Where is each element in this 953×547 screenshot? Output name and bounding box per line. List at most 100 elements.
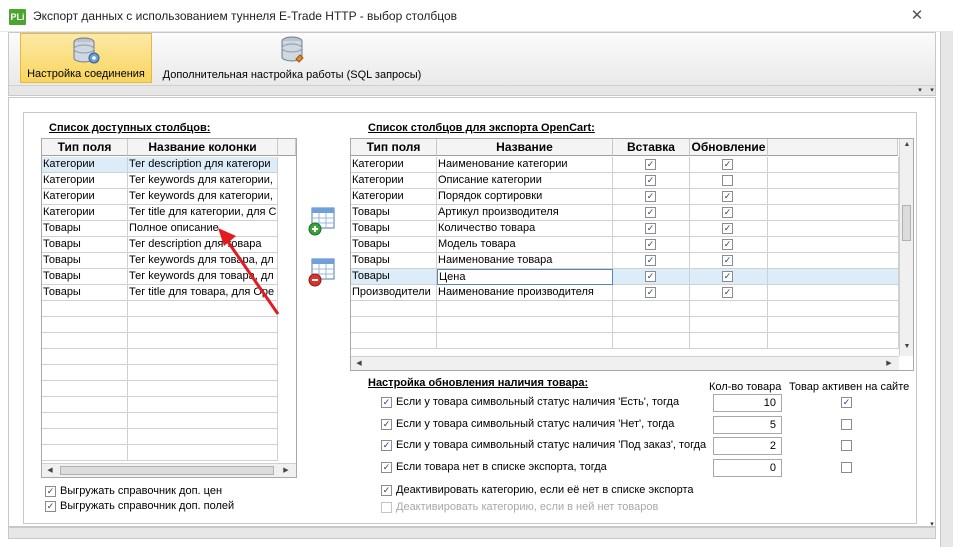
tab-sql-settings[interactable]: Дополнительная настройка работы (SQL зап… xyxy=(155,33,429,83)
table-row[interactable]: Категории Тег keywords для категории, xyxy=(42,173,296,189)
insert-checkbox[interactable]: ✓ xyxy=(645,287,656,298)
cell-name: Наименование производителя xyxy=(437,285,613,301)
table-row[interactable]: Товары Цена ✓ ✓ xyxy=(351,269,899,285)
export-vscrollbar[interactable]: ▲ ▼ xyxy=(899,139,913,356)
table-row xyxy=(351,333,899,349)
table-row[interactable]: Категории Тег keywords для категории, xyxy=(42,189,296,205)
insert-checkbox[interactable]: ✓ xyxy=(645,239,656,250)
scroll-right-icon[interactable]: ▶ xyxy=(280,466,292,474)
export-vscroll-thumb[interactable] xyxy=(902,205,911,241)
tab-connection-settings[interactable]: Настройка соединения xyxy=(20,33,152,83)
panel-expand-icon[interactable]: ▾ xyxy=(928,521,936,529)
table-row xyxy=(42,365,296,381)
table-row[interactable]: Категории Описание категории ✓ xyxy=(351,173,899,189)
update-checkbox[interactable]: ✓ xyxy=(722,255,733,266)
available-hscrollbar[interactable]: ◀ ▶ xyxy=(42,463,296,477)
insert-checkbox[interactable]: ✓ xyxy=(645,175,656,186)
deactivate-missing-checkbox[interactable]: ✓ xyxy=(381,485,392,496)
update-checkbox[interactable]: ✓ xyxy=(722,287,733,298)
qty-input[interactable]: 5 xyxy=(713,416,782,434)
export-header-update[interactable]: Обновление xyxy=(690,139,768,156)
deactivate-empty-checkbox xyxy=(381,502,392,513)
active-on-site-checkbox[interactable] xyxy=(841,440,852,451)
ribbon-expand-icon[interactable]: ▾ xyxy=(916,87,924,95)
scroll-down-icon[interactable]: ▼ xyxy=(901,343,913,350)
insert-checkbox[interactable]: ✓ xyxy=(645,191,656,202)
cell-type: Товары xyxy=(351,269,437,285)
active-on-site-checkbox[interactable] xyxy=(841,462,852,473)
ribbon-collapse-icon[interactable]: ▾ xyxy=(928,87,936,95)
insert-checkbox[interactable]: ✓ xyxy=(645,223,656,234)
cell-type xyxy=(42,397,128,413)
table-row[interactable]: Товары Модель товара ✓ ✓ xyxy=(351,237,899,253)
qty-input[interactable]: 0 xyxy=(713,459,782,477)
update-checkbox[interactable]: ✓ xyxy=(722,239,733,250)
table-row[interactable]: Категории Тег description для категори xyxy=(42,157,296,173)
table-row[interactable]: Категории Наименование категории ✓ ✓ xyxy=(351,157,899,173)
cell-name xyxy=(128,445,278,461)
scroll-right-icon[interactable]: ▶ xyxy=(883,359,895,367)
insert-checkbox[interactable]: ✓ xyxy=(645,271,656,282)
availability-option-label: Если у товара символьный статус наличия … xyxy=(396,396,680,408)
table-row xyxy=(351,317,899,333)
cell-type: Категории xyxy=(42,189,128,205)
cell-type xyxy=(351,301,437,317)
export-header-name[interactable]: Название xyxy=(437,139,613,156)
qty-input[interactable]: 2 xyxy=(713,437,782,455)
availability-option-label: Если товара нет в списке экспорта, тогда xyxy=(396,461,607,473)
bottom-option-checkbox[interactable]: ✓ xyxy=(45,486,56,497)
available-header-name[interactable]: Название колонки xyxy=(128,139,278,156)
availability-option-checkbox[interactable]: ✓ xyxy=(381,419,392,430)
insert-checkbox[interactable]: ✓ xyxy=(645,159,656,170)
remove-column-button[interactable] xyxy=(308,257,336,287)
table-row xyxy=(42,381,296,397)
add-column-button[interactable] xyxy=(308,206,336,236)
availability-option-checkbox[interactable]: ✓ xyxy=(381,397,392,408)
available-header-type[interactable]: Тип поля xyxy=(42,139,128,156)
available-hscroll-thumb[interactable] xyxy=(60,466,274,475)
cell-name xyxy=(128,333,278,349)
active-on-site-checkbox[interactable] xyxy=(841,419,852,430)
qty-input[interactable]: 10 xyxy=(713,394,782,412)
table-row[interactable]: Категории Тег title для категории, для С xyxy=(42,205,296,221)
close-icon[interactable]: ✕ xyxy=(906,6,928,26)
insert-checkbox[interactable]: ✓ xyxy=(645,255,656,266)
update-checkbox[interactable]: ✓ xyxy=(722,271,733,282)
scroll-left-icon[interactable]: ◀ xyxy=(353,359,365,367)
cell-insert: ✓ xyxy=(613,189,690,205)
table-row[interactable]: Производители Наименование производителя ✓… xyxy=(351,285,899,301)
availability-option-checkbox[interactable]: ✓ xyxy=(381,440,392,451)
cell-type xyxy=(42,301,128,317)
title-bar: PLi Экспорт данных с использованием тунн… xyxy=(0,0,953,32)
export-columns-title: Список столбцов для экспорта OpenCart: xyxy=(368,122,595,134)
table-row xyxy=(351,301,899,317)
cell-insert: ✓ xyxy=(613,237,690,253)
export-header-insert[interactable]: Вставка xyxy=(613,139,690,156)
table-row[interactable]: Товары Наименование товара ✓ ✓ xyxy=(351,253,899,269)
cell-update: ✓ xyxy=(690,285,768,301)
export-header-type[interactable]: Тип поля xyxy=(351,139,437,156)
cell-type: Категории xyxy=(42,205,128,221)
bottom-option-checkbox[interactable]: ✓ xyxy=(45,501,56,512)
table-row[interactable]: Категории Порядок сортировки ✓ ✓ xyxy=(351,189,899,205)
table-row[interactable]: Товары Количество товара ✓ ✓ xyxy=(351,221,899,237)
table-row[interactable]: Товары Артикул производителя ✓ ✓ xyxy=(351,205,899,221)
update-checkbox[interactable]: ✓ xyxy=(722,191,733,202)
update-checkbox[interactable]: ✓ xyxy=(722,223,733,234)
insert-checkbox[interactable]: ✓ xyxy=(645,207,656,218)
cell-update: ✓ xyxy=(690,157,768,173)
cell-name: Тег keywords для категории, xyxy=(128,189,278,205)
export-columns-grid[interactable]: Тип поля Название Вставка Обновление Кат… xyxy=(350,138,914,371)
cell-empty xyxy=(768,221,899,237)
cell-name: Тег keywords для категории, xyxy=(128,173,278,189)
active-on-site-checkbox[interactable]: ✓ xyxy=(841,397,852,408)
export-hscrollbar[interactable]: ◀ ▶ xyxy=(351,356,899,370)
update-checkbox[interactable]: ✓ xyxy=(722,207,733,218)
availability-option-checkbox[interactable]: ✓ xyxy=(381,462,392,473)
scroll-left-icon[interactable]: ◀ xyxy=(44,466,56,474)
scroll-up-icon[interactable]: ▲ xyxy=(901,141,913,148)
cell-empty xyxy=(768,317,899,333)
cell-insert: ✓ xyxy=(613,253,690,269)
update-checkbox[interactable] xyxy=(722,175,733,186)
update-checkbox[interactable]: ✓ xyxy=(722,159,733,170)
